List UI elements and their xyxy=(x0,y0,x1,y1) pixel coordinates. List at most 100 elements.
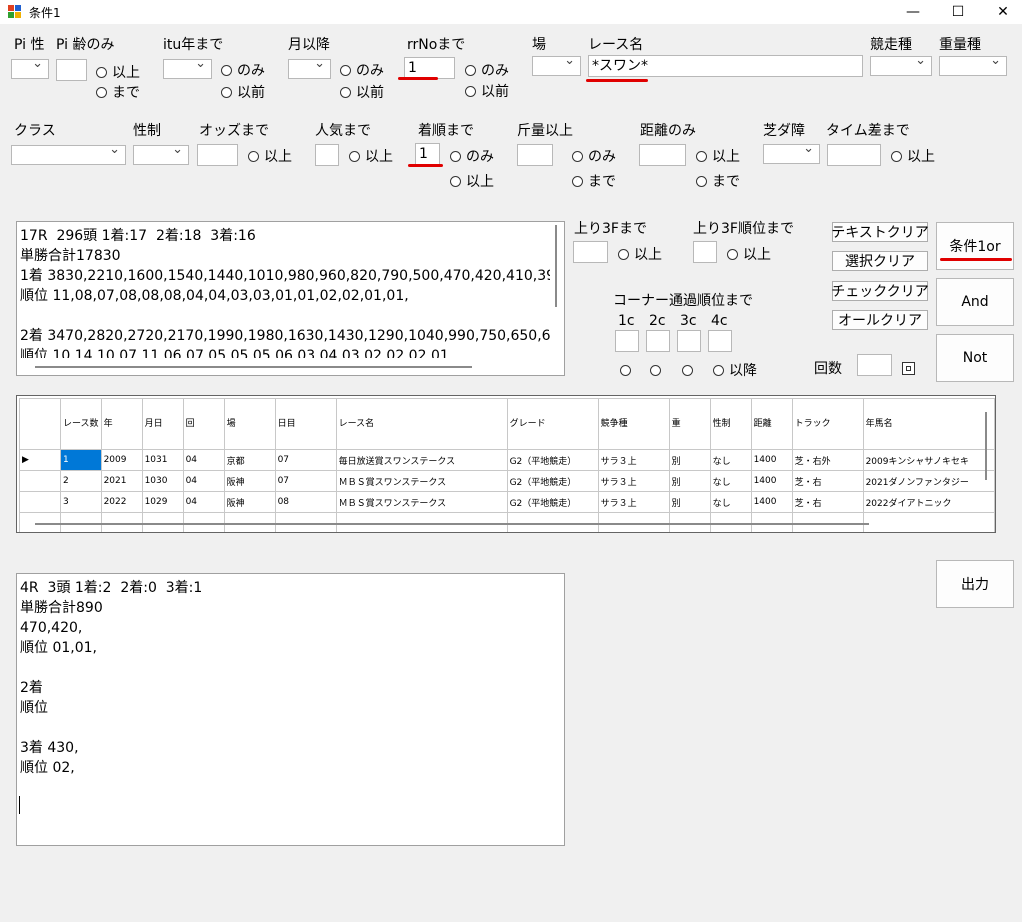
column-header[interactable]: 日目 xyxy=(274,398,337,450)
column-header[interactable]: 性制 xyxy=(709,398,752,450)
grid-cell[interactable]: 04 xyxy=(182,449,225,471)
corner-2c-radio[interactable] xyxy=(650,361,666,379)
grid-cell[interactable]: 2 xyxy=(60,470,102,492)
condition-or-button[interactable]: 条件1or xyxy=(936,222,1014,270)
grid-cell[interactable]: なし xyxy=(709,470,752,492)
maximize-button[interactable]: ☐ xyxy=(935,0,981,24)
kinryo-input[interactable] xyxy=(517,144,553,166)
kinryo-made-radio[interactable]: まで xyxy=(572,172,616,190)
kaisu-input[interactable] xyxy=(857,354,892,376)
finish-ijo-radio[interactable]: 以上 xyxy=(450,172,494,190)
pi-age-input[interactable] xyxy=(56,59,87,81)
grid-cell[interactable]: 2021ダノンファンタジー xyxy=(862,470,995,492)
distance-made-radio[interactable]: まで xyxy=(696,172,740,190)
grid-cell[interactable]: 別 xyxy=(668,470,711,492)
corner-3c-radio[interactable] xyxy=(682,361,698,379)
textarea-1-hscroll-thumb[interactable] xyxy=(35,366,472,368)
textarea-1-vscroll-thumb[interactable] xyxy=(555,225,557,307)
corner-1c-radio[interactable] xyxy=(620,361,636,379)
corner-2c-input[interactable] xyxy=(646,330,670,352)
output-button[interactable]: 出力 xyxy=(936,560,1014,608)
grid-cell[interactable]: 2021 xyxy=(100,470,143,492)
grid-cell[interactable]: G2（平地競走） xyxy=(506,449,599,471)
rrno-nomi-radio[interactable]: のみ xyxy=(465,61,509,79)
grid-cell[interactable]: G2（平地競走） xyxy=(506,470,599,492)
corner-1c-input[interactable] xyxy=(615,330,639,352)
not-button[interactable]: Not xyxy=(936,334,1014,382)
grid-cell[interactable]: 1400 xyxy=(750,470,793,492)
rrno-input[interactable]: 1 xyxy=(404,57,455,79)
column-header[interactable]: グレード xyxy=(506,398,599,450)
agari3f-ijo-radio[interactable]: 以上 xyxy=(618,245,662,263)
distance-input[interactable] xyxy=(639,144,686,166)
column-header[interactable]: レース名 xyxy=(335,398,508,450)
pi-age-made-radio[interactable]: まで xyxy=(96,83,140,101)
kaisu-checkbox[interactable] xyxy=(902,362,915,375)
turf-obstacle-select[interactable] xyxy=(763,141,820,164)
itu-nomi-radio[interactable]: のみ xyxy=(221,61,265,79)
grid-cell[interactable]: サラ３上 xyxy=(597,491,670,513)
grid-cell[interactable]: 阪神 xyxy=(223,470,276,492)
corner-4c-input[interactable] xyxy=(708,330,732,352)
grid-cell[interactable]: 別 xyxy=(668,491,711,513)
close-button[interactable]: ✕ xyxy=(980,0,1022,24)
and-button[interactable]: And xyxy=(936,278,1014,326)
grid-cell[interactable]: 07 xyxy=(274,470,337,492)
summary-textarea-1[interactable]: 17R 296頭 1着:17 2着:18 3着:16 単勝合計17830 1着 … xyxy=(16,221,565,376)
text-clear-button[interactable]: テキストクリア xyxy=(831,222,929,242)
kinryo-nomi-radio[interactable]: のみ xyxy=(572,147,616,165)
grid-cell[interactable]: 芝・右 xyxy=(791,470,864,492)
month-izen-radio[interactable]: 以前 xyxy=(340,83,384,101)
grid-cell[interactable]: 2022 xyxy=(100,491,143,513)
grid-cell[interactable]: サラ３上 xyxy=(597,470,670,492)
table-row[interactable]: 2 2021 1030 04 阪神 07 ＭＢＳ賞スワンステークス G2（平地競… xyxy=(19,470,995,492)
grid-cell[interactable]: 07 xyxy=(274,449,337,471)
results-grid[interactable]: レース数 年 月日 回 場 日目 レース名 グレード 競争種 重 性制 距離 ト… xyxy=(16,395,996,533)
odds-ijo-radio[interactable]: 以上 xyxy=(248,147,292,165)
row-selector[interactable]: ▶ xyxy=(19,449,61,471)
pi-sex-select[interactable] xyxy=(11,56,49,79)
grid-cell[interactable]: ＭＢＳ賞スワンステークス xyxy=(335,470,508,492)
rrno-izen-radio[interactable]: 以前 xyxy=(465,82,509,100)
grid-cell[interactable]: 芝・右外 xyxy=(791,449,864,471)
grid-cell[interactable]: 2009キンシャサノキセキ xyxy=(862,449,995,471)
table-row[interactable]: ▶ 1 2009 1031 04 京都 07 毎日放送賞スワンステークス G2（… xyxy=(19,449,995,471)
grid-cell[interactable]: なし xyxy=(709,449,752,471)
odds-input[interactable] xyxy=(197,144,238,166)
time-diff-ijo-radio[interactable]: 以上 xyxy=(891,147,935,165)
grid-cell[interactable]: 1400 xyxy=(750,449,793,471)
race-name-input[interactable]: *スワン* xyxy=(588,55,863,77)
column-header[interactable]: 競争種 xyxy=(597,398,670,450)
venue-select[interactable] xyxy=(532,53,581,76)
grid-cell[interactable]: サラ３上 xyxy=(597,449,670,471)
table-row[interactable]: 3 2022 1029 04 阪神 08 ＭＢＳ賞スワンステークス G2（平地競… xyxy=(19,491,995,513)
column-header[interactable]: 年馬名 xyxy=(862,398,995,450)
grid-cell[interactable]: 04 xyxy=(182,491,225,513)
race-type-select[interactable] xyxy=(870,53,932,76)
itu-izen-radio[interactable]: 以前 xyxy=(221,83,265,101)
grid-cell[interactable]: 08 xyxy=(274,491,337,513)
month-select[interactable] xyxy=(288,56,331,79)
grid-cell[interactable]: 1031 xyxy=(141,449,184,471)
row-selector[interactable] xyxy=(19,491,61,513)
row-selector[interactable] xyxy=(19,470,61,492)
month-nomi-radio[interactable]: のみ xyxy=(340,61,384,79)
grid-cell[interactable]: 04 xyxy=(182,470,225,492)
column-header[interactable]: トラック xyxy=(791,398,864,450)
time-diff-input[interactable] xyxy=(827,144,881,166)
column-header[interactable]: 月日 xyxy=(141,398,184,450)
grid-cell[interactable]: 芝・右 xyxy=(791,491,864,513)
grid-cell[interactable]: 2022ダイアトニック xyxy=(862,491,995,513)
column-header[interactable]: 距離 xyxy=(750,398,793,450)
grid-cell[interactable]: 1400 xyxy=(750,491,793,513)
grid-cell[interactable]: G2（平地競走） xyxy=(506,491,599,513)
all-clear-button[interactable]: オールクリア xyxy=(832,310,928,330)
column-header[interactable]: 場 xyxy=(223,398,276,450)
agari3f-rank-input[interactable] xyxy=(693,241,717,263)
grid-cell[interactable]: 阪神 xyxy=(223,491,276,513)
grid-cell[interactable]: ＭＢＳ賞スワンステークス xyxy=(335,491,508,513)
popularity-input[interactable] xyxy=(315,144,339,166)
minimize-button[interactable]: — xyxy=(890,0,936,24)
grid-cell[interactable]: なし xyxy=(709,491,752,513)
class-select[interactable] xyxy=(11,142,126,165)
